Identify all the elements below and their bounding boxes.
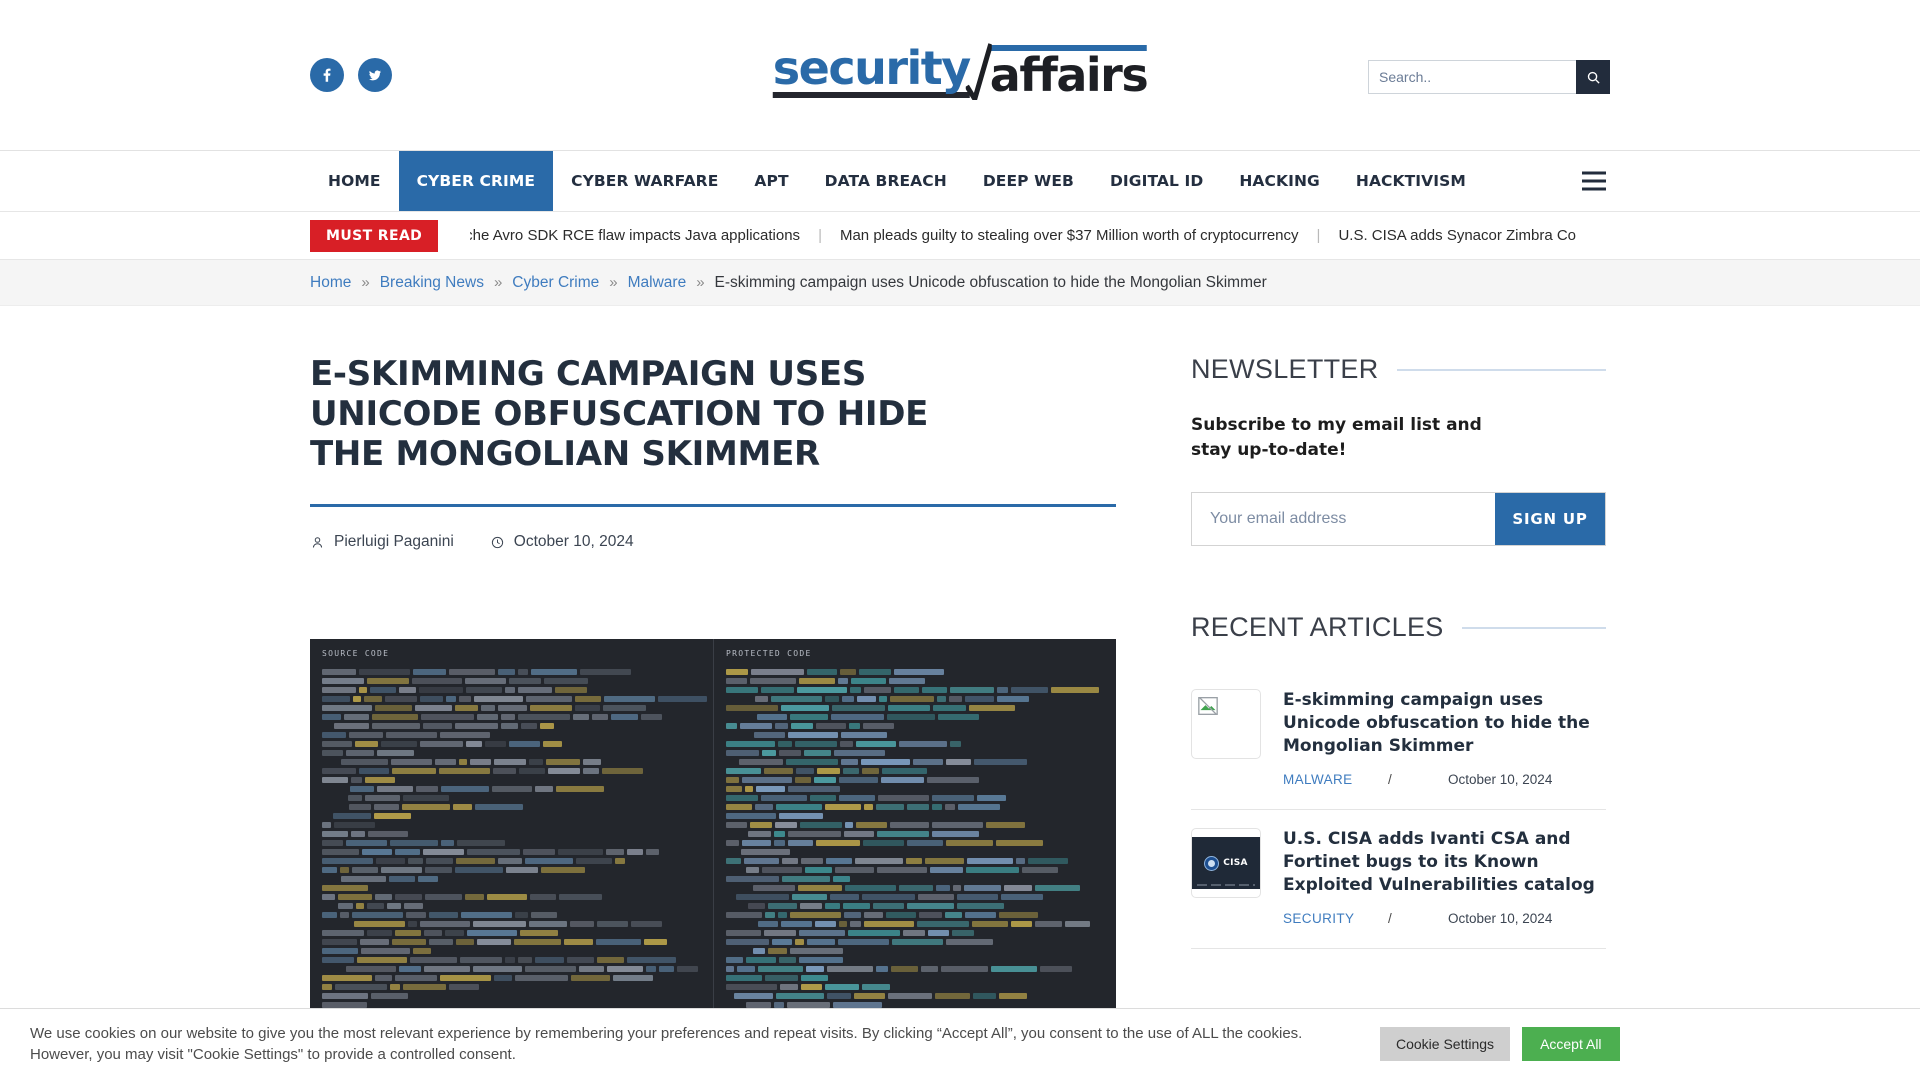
user-icon	[312, 537, 323, 548]
newsletter-form: SIGN UP	[1191, 492, 1606, 547]
article-thumbnail: CISA	[1191, 828, 1261, 899]
title-divider	[310, 504, 1116, 508]
breadcrumb-item-malware[interactable]: Malware	[628, 274, 687, 292]
ticker-track: ners | Critical Apache Avro SDK RCE flaw…	[470, 227, 1594, 244]
sidebar: NEWSLETTER Subscribe to my email list an…	[1191, 354, 1606, 1059]
ticker-item[interactable]: Man pleads guilty to stealing over $37 M…	[822, 227, 1317, 244]
figure-label-source: SOURCE CODE	[322, 649, 390, 659]
byline-date: October 10, 2024	[490, 533, 634, 551]
nav-items: HOME CYBER CRIME CYBER WARFARE APT DATA …	[310, 151, 1484, 211]
recent-article-category[interactable]: SECURITY	[1283, 911, 1388, 926]
recent-article-meta: SECURITY / October 10, 2024	[1283, 911, 1606, 926]
logo-radical-icon	[965, 42, 992, 100]
code-lines-source	[322, 669, 707, 1059]
ticker-item[interactable]: U.S. CISA adds Synacor Zimbra Co	[1320, 227, 1594, 244]
breadcrumb: Home » Breaking News » Cyber Crime » Mal…	[0, 260, 1920, 306]
logo-text-affairs: affairs	[989, 45, 1149, 98]
article-figure: SOURCE CODE PROTECTED CODE	[310, 639, 1116, 1060]
nav-item-hacktivism[interactable]: HACKTIVISM	[1338, 151, 1484, 211]
article-body: U.S. CISA adds Ivanti CSA and Fortinet b…	[1283, 828, 1606, 926]
meta-separator: /	[1388, 910, 1392, 926]
article-byline: Pierluigi Paganini October 10, 2024	[310, 533, 1116, 551]
newsletter-heading: NEWSLETTER	[1191, 354, 1379, 384]
recent-article-date: October 10, 2024	[1448, 910, 1553, 926]
author-name: Pierluigi Paganini	[334, 533, 454, 551]
logo-text-security: security	[772, 45, 971, 98]
breadcrumb-item-cyber-crime[interactable]: Cyber Crime	[512, 274, 599, 292]
recent-articles-widget: RECENT ARTICLES E-skimming campaign uses…	[1191, 612, 1606, 949]
meta-separator: /	[1388, 772, 1392, 788]
list-item[interactable]: E-skimming campaign uses Unicode obfusca…	[1191, 671, 1606, 811]
search-button[interactable]	[1576, 60, 1610, 94]
site-header: security affairs	[0, 0, 1920, 150]
broken-image-icon	[1198, 697, 1218, 716]
byline-author: Pierluigi Paganini	[310, 533, 454, 551]
facebook-icon[interactable]	[310, 58, 344, 92]
clock-icon	[491, 536, 503, 548]
newsletter-widget: NEWSLETTER Subscribe to my email list an…	[1191, 354, 1606, 547]
figure-pane-protected: PROTECTED CODE	[714, 639, 1116, 1059]
social-links	[310, 58, 392, 92]
code-lines-protected	[726, 669, 1110, 1059]
recent-articles-heading: RECENT ARTICLES	[1191, 612, 1444, 643]
page-root: security affairs HOME CYBER CRIME CYBER …	[0, 0, 1920, 1080]
recent-article-date: October 10, 2024	[1448, 772, 1553, 788]
nav-item-cyber-warfare[interactable]: CYBER WARFARE	[553, 151, 736, 211]
search-input[interactable]	[1368, 60, 1576, 94]
breadcrumb-item-home[interactable]: Home	[310, 274, 351, 292]
must-read-badge: MUST READ	[310, 219, 439, 252]
nav-item-deep-web[interactable]: DEEP WEB	[965, 151, 1092, 211]
figure-pane-source: SOURCE CODE	[310, 639, 714, 1060]
breadcrumb-current: E-skimming campaign uses Unicode obfusca…	[714, 273, 1267, 291]
figure-label-protected: PROTECTED CODE	[726, 649, 812, 659]
cookie-settings-button[interactable]: Cookie Settings	[1380, 1027, 1511, 1062]
nav-item-digital-id[interactable]: DIGITAL ID	[1092, 151, 1221, 211]
hamburger-icon[interactable]	[1578, 168, 1610, 195]
page-title: E-SKIMMING CAMPAIGN USES UNICODE OBFUSCA…	[310, 354, 929, 475]
search-icon	[1587, 71, 1600, 84]
cookie-consent-banner: We use cookies on our website to give yo…	[0, 1007, 1920, 1080]
newsletter-header: NEWSLETTER	[1191, 354, 1606, 385]
cookie-banner-text: We use cookies on our website to give yo…	[30, 1024, 1303, 1064]
accept-all-cookies-button[interactable]: Accept All	[1522, 1027, 1620, 1062]
main-navigation: HOME CYBER CRIME CYBER WARFARE APT DATA …	[0, 150, 1920, 212]
content-area: E-SKIMMING CAMPAIGN USES UNICODE OBFUSCA…	[0, 306, 1920, 1060]
nav-item-cyber-crime[interactable]: CYBER CRIME	[398, 151, 554, 211]
recent-article-category[interactable]: MALWARE	[1283, 772, 1388, 787]
recent-articles-header: RECENT ARTICLES	[1191, 612, 1606, 643]
breadcrumb-item-breaking-news[interactable]: Breaking News	[380, 274, 484, 292]
twitter-icon[interactable]	[358, 58, 392, 92]
list-item[interactable]: CISA U.S. CISA adds Ivanti CSA and Forti…	[1191, 810, 1606, 949]
recent-article-meta: MALWARE / October 10, 2024	[1283, 772, 1606, 787]
breadcrumb-separator: »	[696, 274, 705, 291]
newsletter-subheading: Subscribe to my email list and stay up-t…	[1191, 415, 1482, 460]
must-read-ticker: MUST READ ners | Critical Apache Avro SD…	[0, 212, 1920, 260]
recent-article-title[interactable]: E-skimming campaign uses Unicode obfusca…	[1283, 689, 1606, 758]
newsletter-email-input[interactable]	[1192, 493, 1495, 546]
site-logo[interactable]: security affairs	[772, 40, 1149, 100]
nav-item-hacking[interactable]: HACKING	[1221, 151, 1338, 211]
article-column: E-SKIMMING CAMPAIGN USES UNICODE OBFUSCA…	[310, 354, 1116, 1060]
newsletter-signup-button[interactable]: SIGN UP	[1495, 493, 1605, 546]
nav-item-home[interactable]: HOME	[310, 151, 399, 211]
cookie-banner-actions: Cookie Settings Accept All	[1380, 1027, 1620, 1062]
breadcrumb-separator: »	[493, 274, 503, 291]
nav-item-data-breach[interactable]: DATA BREACH	[807, 151, 965, 211]
cisa-logo-icon: CISA	[1192, 837, 1260, 890]
breadcrumb-separator: »	[609, 274, 618, 291]
ticker-item[interactable]: Critical Apache Avro SDK RCE flaw impact…	[470, 227, 818, 244]
heading-rule	[1461, 626, 1606, 629]
article-thumbnail	[1191, 689, 1261, 760]
publish-date: October 10, 2024	[513, 533, 634, 551]
header-search	[1368, 60, 1610, 94]
heading-rule	[1396, 368, 1606, 371]
article-body: E-skimming campaign uses Unicode obfusca…	[1283, 689, 1606, 787]
nav-item-apt[interactable]: APT	[736, 151, 806, 211]
recent-article-title[interactable]: U.S. CISA adds Ivanti CSA and Fortinet b…	[1283, 828, 1606, 897]
breadcrumb-separator: »	[361, 274, 370, 291]
